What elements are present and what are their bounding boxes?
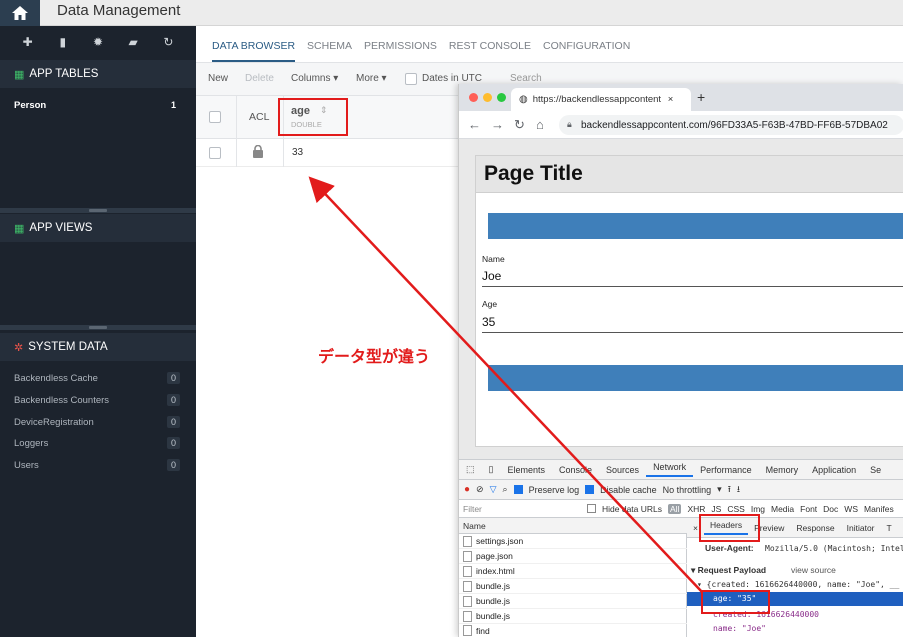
annotation-text: データ型が違う: [318, 349, 431, 366]
annotation-arrow: [308, 176, 703, 593]
